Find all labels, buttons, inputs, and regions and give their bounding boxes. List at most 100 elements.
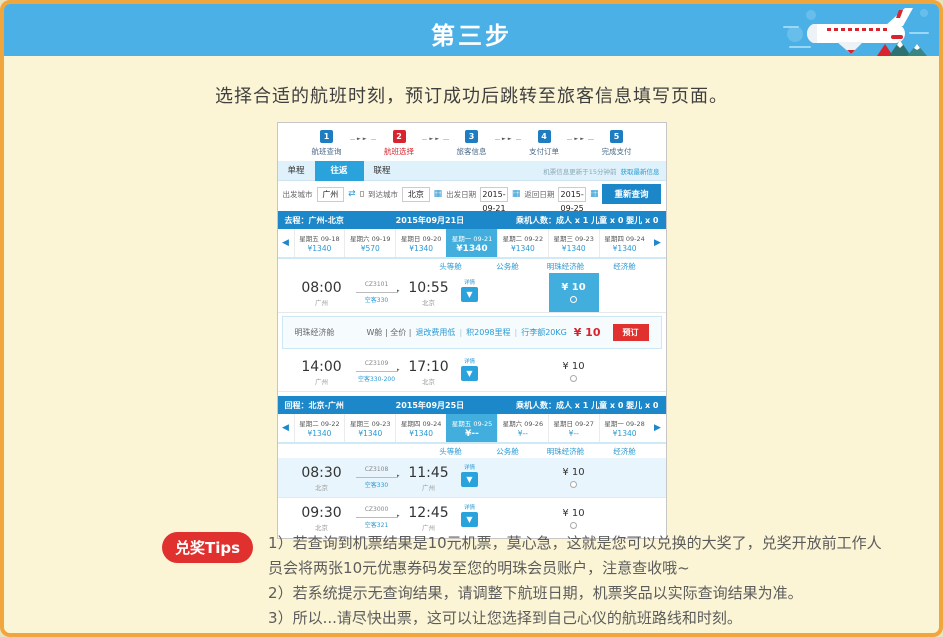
- date-cell[interactable]: 星期一 09-28 ¥1340: [599, 414, 650, 442]
- date-cell[interactable]: 星期六 09-19 ¥570: [344, 229, 395, 257]
- next-dates-arrow[interactable]: ▶: [650, 229, 666, 257]
- swap-cities-icon[interactable]: ⇄: [348, 189, 356, 199]
- arr-time: 11:45: [404, 465, 454, 481]
- fare-price: ¥ 10: [562, 467, 584, 478]
- outbound-date-strip: ◀ 星期五 09-18 ¥1340 星期六 09-19 ¥570 星期日 09-…: [278, 229, 666, 259]
- tab-oneway[interactable]: 单程: [278, 161, 315, 181]
- separator: |: [515, 328, 518, 337]
- price-cell[interactable]: ¥ 10: [549, 458, 599, 497]
- instruction-text: 选择合适的航班时刻，预订成功后跳转至旅客信息填写页面。: [4, 82, 939, 108]
- flight-info-block: CZ3101 空客330: [352, 281, 402, 304]
- step-label: 旅客信息: [457, 146, 487, 157]
- aircraft-type[interactable]: 空客330: [352, 295, 402, 304]
- step-number: 1: [320, 130, 333, 143]
- city-picker-icon[interactable]: ▦: [434, 190, 443, 199]
- date-cell[interactable]: 星期二 09-22 ¥1340: [497, 229, 548, 257]
- date-label: 星期三 09-23: [350, 418, 390, 428]
- to-city-input[interactable]: 北京: [402, 187, 430, 202]
- return-calendar-icon[interactable]: ▦: [590, 190, 599, 199]
- date-cell[interactable]: 星期四 09-24 ¥1340: [395, 414, 446, 442]
- date-price: ¥1340: [358, 429, 382, 438]
- fare-radio: [570, 481, 577, 488]
- step-number: 3: [465, 130, 478, 143]
- step-label: 完成支付: [602, 146, 632, 157]
- prev-dates-arrow[interactable]: ◀: [278, 414, 294, 442]
- date-cell[interactable]: 星期三 09-23 ¥1340: [548, 229, 599, 257]
- separator: |: [459, 328, 462, 337]
- chevron-down-icon: ▼: [461, 512, 478, 527]
- date-cell[interactable]: 星期二 09-22 ¥1340: [294, 414, 345, 442]
- aircraft-type[interactable]: 空客330-200: [352, 374, 402, 383]
- flight-number: CZ3000: [352, 506, 402, 513]
- step-connector: ►►: [567, 136, 594, 142]
- step-number: 4: [538, 130, 551, 143]
- fare-detail-price: ¥ 10: [574, 326, 601, 339]
- date-cell[interactable]: 星期四 09-24 ¥1340: [599, 229, 650, 257]
- date-price: ¥--: [518, 429, 528, 438]
- date-cell[interactable]: 星期日 09-27 ¥--: [548, 414, 599, 442]
- date-label: 星期日 09-20: [401, 233, 441, 243]
- cabin-economy: 经济舱: [613, 446, 636, 457]
- option-checkbox[interactable]: [360, 191, 364, 197]
- step-number: 2: [393, 130, 406, 143]
- detail-dropdown-button[interactable]: 详情 ▼: [460, 357, 480, 381]
- tab-roundtrip[interactable]: 往返: [315, 161, 364, 181]
- step-label: 航班选择: [384, 146, 414, 157]
- chevron-down-icon: ▼: [461, 287, 478, 302]
- step-payment-done: 5 完成支付: [594, 130, 640, 157]
- step-flight-select: 2 航班选择: [376, 130, 422, 157]
- date-label: 星期六 09-19: [350, 233, 390, 243]
- detail-dropdown-button[interactable]: 详情 ▼: [460, 463, 480, 487]
- depart-date-input[interactable]: 2015-09-21: [480, 187, 508, 202]
- prev-dates-arrow[interactable]: ◀: [278, 229, 294, 257]
- departure-block: 09:30 北京: [294, 505, 350, 532]
- dep-time: 14:00: [294, 359, 350, 375]
- arr-city: 北京: [404, 297, 454, 307]
- return-date-label: 返回日期: [524, 189, 554, 200]
- date-price: ¥--: [465, 429, 479, 439]
- detail-dropdown-button[interactable]: 详情 ▼: [460, 503, 480, 527]
- from-city-label: 出发城市: [283, 189, 313, 200]
- step-number: 5: [610, 130, 623, 143]
- date-cell[interactable]: 星期五 09-18 ¥1340: [294, 229, 345, 257]
- step-label: 航班查询: [312, 146, 342, 157]
- detail-dropdown-button[interactable]: 详情 ▼: [460, 278, 480, 302]
- tip-item-3: 3）所以...请尽快出票，这可以让您选择到自己心仪的航班路线和时刻。: [268, 606, 893, 631]
- refund-rule-link[interactable]: 退改费用低: [415, 327, 455, 338]
- next-dates-arrow[interactable]: ▶: [650, 414, 666, 442]
- route-line: [356, 513, 398, 518]
- price-cell-selected[interactable]: ¥ 10: [549, 273, 599, 312]
- dep-time: 08:00: [294, 280, 350, 296]
- date-cell[interactable]: 星期三 09-23 ¥1340: [344, 414, 395, 442]
- date-price: ¥1340: [308, 429, 332, 438]
- refresh-link[interactable]: 获取最新信息: [621, 166, 666, 176]
- date-cell-selected[interactable]: 星期一 09-21 ¥1340: [446, 229, 497, 257]
- date-label: 星期一 09-21: [452, 233, 492, 243]
- date-price: ¥1340: [308, 244, 332, 253]
- aircraft-type[interactable]: 空客330: [352, 480, 402, 489]
- baggage-link[interactable]: 行李额20KG: [521, 327, 567, 338]
- date-cell[interactable]: 星期日 09-20 ¥1340: [395, 229, 446, 257]
- return-date-input[interactable]: 2015-09-25: [558, 187, 586, 202]
- date-cell[interactable]: 星期六 09-26 ¥--: [497, 414, 548, 442]
- requery-button[interactable]: 重新查询: [602, 184, 660, 204]
- depart-calendar-icon[interactable]: ▦: [512, 190, 521, 199]
- flight-info-block: CZ3108 空客330: [352, 466, 402, 489]
- route-line: [356, 473, 398, 478]
- date-label: 星期五 09-25: [452, 418, 492, 428]
- aircraft-type[interactable]: 空客321: [352, 520, 402, 529]
- fare-cabin: 明珠经济舱: [295, 327, 335, 338]
- date-cell-selected[interactable]: 星期五 09-25 ¥--: [446, 414, 497, 442]
- cabin-business: 公务舱: [496, 446, 519, 457]
- from-city-input[interactable]: 广州: [317, 187, 345, 202]
- fare-price: ¥ 10: [562, 508, 584, 519]
- book-button[interactable]: 预订: [613, 324, 649, 341]
- price-cell[interactable]: ¥ 10: [549, 352, 599, 391]
- tutorial-card: 第三步: [0, 0, 943, 637]
- date-price: ¥1340: [409, 429, 433, 438]
- tips-section: 兑奖Tips 1）若查询到机票结果是10元机票，莫心急，这就是您可以兑换的大奖了…: [162, 531, 893, 631]
- tab-multileg[interactable]: 联程: [364, 161, 401, 181]
- mileage-link[interactable]: 积2098里程: [466, 327, 510, 338]
- date-label: 星期四 09-24: [401, 418, 441, 428]
- plane-illustration: [781, 4, 933, 56]
